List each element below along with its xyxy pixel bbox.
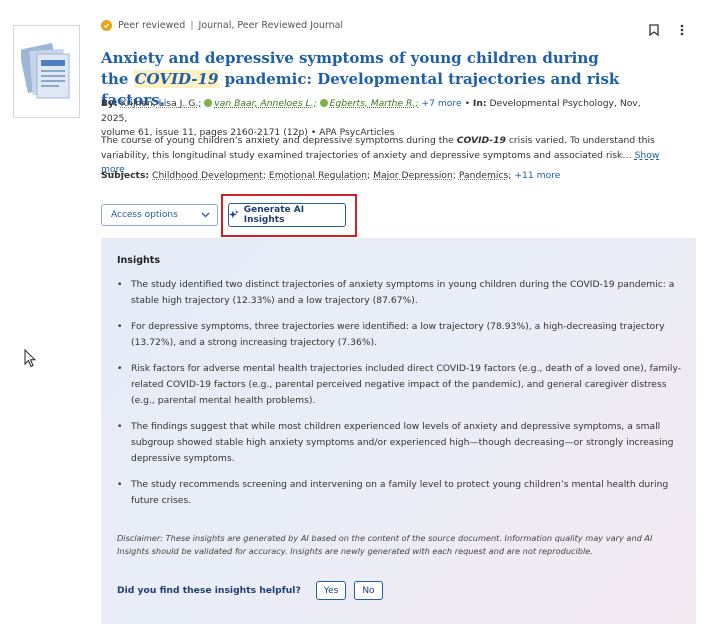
subject-link[interactable]: Emotional Regulation; xyxy=(269,170,370,181)
subject-link[interactable]: Pandemics; xyxy=(459,170,512,181)
author-link[interactable]: van Baar, Anneloes L.; xyxy=(214,98,316,109)
orcid-icon xyxy=(319,99,328,107)
feedback-row: Did you find these insights helpful? Yes… xyxy=(117,581,391,600)
peer-reviewed-check-icon xyxy=(101,20,112,31)
feedback-no-button[interactable]: No xyxy=(354,581,383,600)
document-icon xyxy=(21,42,70,99)
document-thumbnail[interactable] xyxy=(13,25,80,118)
bookmark-button[interactable] xyxy=(646,22,662,38)
abstract-highlighted-term: COVID-19 xyxy=(456,135,506,146)
insight-item: The study recommends screening and inter… xyxy=(117,477,682,509)
bookmark-icon xyxy=(649,24,659,36)
in-label: In: xyxy=(472,98,487,109)
ai-insights-panel: Insights The study identified two distin… xyxy=(101,238,696,624)
generate-ai-insights-label: Generate AI Insights xyxy=(243,205,305,225)
insight-item: Risk factors for adverse mental health t… xyxy=(117,361,682,409)
mouse-cursor-icon xyxy=(24,349,36,368)
more-authors-link[interactable]: +7 more xyxy=(421,98,461,109)
author-link[interactable]: Egberts, Marthe R.; xyxy=(330,98,419,109)
peer-reviewed-label: Peer reviewed xyxy=(118,20,186,31)
subject-link[interactable]: Childhood Development; xyxy=(152,170,266,181)
feedback-question: Did you find these insights helpful? xyxy=(117,585,301,596)
abstract-text: variability, this longitudinal study exa… xyxy=(101,149,632,161)
title-highlighted-term: COVID-19 xyxy=(133,70,220,88)
badge-separator: | xyxy=(190,20,194,31)
more-subjects-link[interactable]: +11 more xyxy=(514,170,560,181)
sparkle-icon xyxy=(229,210,239,219)
access-options-label: Access options xyxy=(111,210,178,220)
publication-type: Journal, Peer Reviewed Journal xyxy=(198,20,344,31)
access-options-dropdown[interactable]: Access options xyxy=(101,204,218,226)
generate-ai-insights-button[interactable]: Generate AI Insights xyxy=(228,203,346,227)
abstract-text: The course of young children’s anxiety a… xyxy=(101,135,457,146)
subjects-label: Subjects: xyxy=(101,170,150,181)
insight-item: The findings suggest that while most chi… xyxy=(117,419,682,467)
abstract-text: crisis varied. To understand this xyxy=(505,135,655,146)
insight-item: For depressive symptoms, three trajector… xyxy=(117,319,682,351)
feedback-yes-button[interactable]: Yes xyxy=(315,581,347,600)
insight-item: The study identified two distinct trajec… xyxy=(117,277,682,309)
more-vertical-icon xyxy=(680,24,684,36)
subjects-row: Subjects: Childhood Development; Emotion… xyxy=(101,170,661,181)
separator-dot: • xyxy=(464,98,470,109)
subject-link[interactable]: Major Depression; xyxy=(373,170,456,181)
insights-heading: Insights xyxy=(117,255,160,266)
more-options-button[interactable] xyxy=(674,22,690,38)
insights-list: The study identified two distinct trajec… xyxy=(117,277,682,519)
orcid-icon xyxy=(204,99,213,107)
record-badges: Peer reviewed | Journal, Peer Reviewed J… xyxy=(101,20,343,31)
ai-disclaimer: Disclaimer: These insights are generated… xyxy=(117,533,653,556)
author-link[interactable]: Krijnen, Lisa J. G.; xyxy=(121,98,202,109)
chevron-down-icon xyxy=(201,212,210,218)
by-label: By: xyxy=(101,98,118,109)
